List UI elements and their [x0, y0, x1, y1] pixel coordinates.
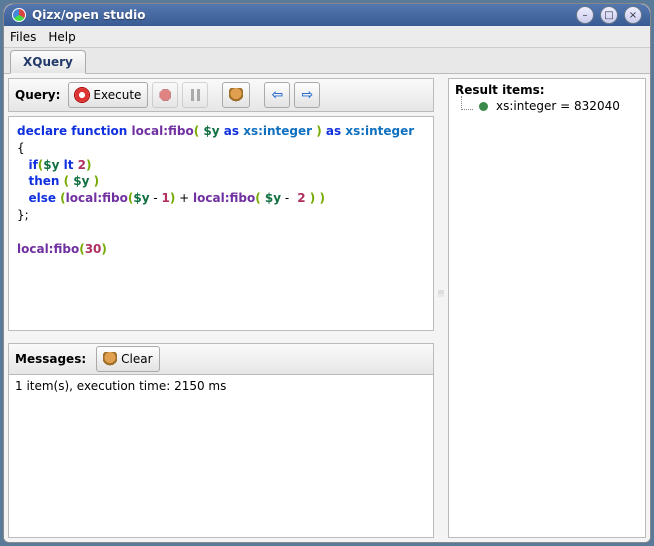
- messages-body[interactable]: 1 item(s), execution time: 2150 ms: [8, 375, 434, 538]
- stop-icon: [159, 89, 171, 101]
- arrow-left-icon: ⇦: [272, 87, 284, 103]
- app-icon: [12, 8, 26, 22]
- app-window: Qizx/open studio – □ × Files Help XQuery…: [3, 3, 651, 543]
- query-toolbar: Query: Execute ⇦: [8, 78, 434, 112]
- messages-label: Messages:: [15, 352, 86, 366]
- prev-button[interactable]: ⇦: [264, 82, 290, 108]
- horizontal-splitter[interactable]: [8, 335, 434, 339]
- tab-strip: XQuery: [4, 48, 650, 74]
- left-column: Query: Execute ⇦: [8, 78, 434, 538]
- clear-button[interactable]: Clear: [96, 346, 159, 372]
- content-area: Query: Execute ⇦: [4, 74, 650, 542]
- vertical-splitter[interactable]: [438, 78, 444, 538]
- messages-panel: Messages: Clear 1 item(s), execution tim…: [8, 343, 434, 538]
- maximize-button[interactable]: □: [600, 6, 618, 24]
- broom-icon: [229, 88, 243, 102]
- pause-icon: [191, 89, 200, 101]
- result-item-text: xs:integer = 832040: [496, 99, 620, 113]
- gear-icon: [75, 88, 89, 102]
- arrow-right-icon: ⇨: [302, 87, 314, 103]
- close-button[interactable]: ×: [624, 6, 642, 24]
- menubar: Files Help: [4, 26, 650, 48]
- next-button[interactable]: ⇨: [294, 82, 320, 108]
- execute-label: Execute: [93, 88, 141, 102]
- broom-icon: [103, 352, 117, 366]
- titlebar[interactable]: Qizx/open studio – □ ×: [4, 4, 650, 26]
- code-editor[interactable]: declare function local:fibo( $y as xs:in…: [8, 116, 434, 331]
- tree-connector-icon: [461, 96, 473, 110]
- stop-button[interactable]: [152, 82, 178, 108]
- clear-label: Clear: [121, 352, 152, 366]
- window-title: Qizx/open studio: [32, 8, 576, 22]
- query-label: Query:: [15, 88, 60, 102]
- sweep-button[interactable]: [222, 82, 250, 108]
- tab-xquery[interactable]: XQuery: [10, 50, 86, 74]
- result-dot-icon: [479, 102, 488, 111]
- result-item-row[interactable]: xs:integer = 832040: [461, 99, 639, 113]
- messages-toolbar: Messages: Clear: [8, 343, 434, 375]
- minimize-button[interactable]: –: [576, 6, 594, 24]
- pause-button[interactable]: [182, 82, 208, 108]
- execute-button[interactable]: Execute: [68, 82, 148, 108]
- menu-files[interactable]: Files: [10, 30, 36, 44]
- menu-help[interactable]: Help: [48, 30, 75, 44]
- results-label: Result items:: [455, 83, 639, 97]
- results-panel: Result items: xs:integer = 832040: [448, 78, 646, 538]
